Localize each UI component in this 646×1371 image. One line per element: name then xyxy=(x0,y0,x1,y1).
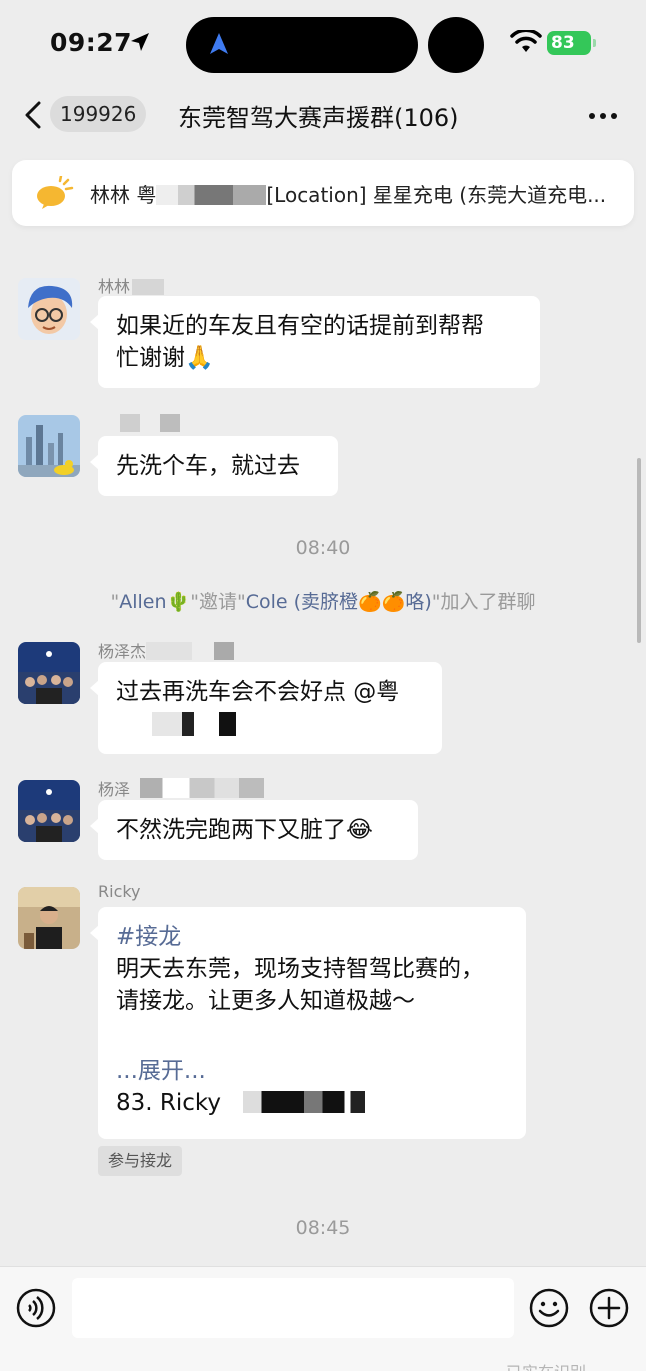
message-text: 先洗个车，就过去 xyxy=(116,453,300,479)
jielong-entry-text: 83. Ricky xyxy=(116,1090,222,1116)
back-chevron-icon[interactable] xyxy=(22,100,44,130)
unread-count-badge[interactable]: 199926 xyxy=(50,96,147,132)
battery-level: 83 xyxy=(551,33,575,53)
message-row: 林林 如果近的车友且有空的话提前到帮帮 忙谢谢🙏 xyxy=(0,270,646,390)
avatar[interactable] xyxy=(18,415,80,477)
jielong-entry: 83. Ricky xyxy=(116,1087,508,1119)
avatar[interactable] xyxy=(18,887,80,949)
navigation-arrow-icon xyxy=(210,33,228,54)
redaction-mask xyxy=(146,642,193,660)
pinned-text: 林林 粤 [Location] 星星充电 (东莞大道充电... xyxy=(90,179,620,208)
sender-name-text: 杨泽 xyxy=(98,780,131,799)
emoji-icon[interactable] xyxy=(529,1288,569,1328)
system-notice: "Allen🌵"邀请"Cole (卖脐橙🍊🍊咯)"加入了群聊 xyxy=(0,587,646,614)
join-jielong-button[interactable]: 参与接龙 xyxy=(98,1146,183,1176)
bottom-hint: 已实在识别 xyxy=(506,1359,586,1371)
message-text: 请接龙。让更多人知道极越～ xyxy=(116,988,415,1014)
battery-icon: 83 xyxy=(547,31,596,55)
redaction-mask xyxy=(156,185,267,205)
redaction-mask xyxy=(214,642,235,660)
system-notice-text: " xyxy=(110,591,120,613)
dynamic-island xyxy=(186,17,418,73)
message-bubble[interactable]: 不然洗完跑两下又脏了😂 xyxy=(90,800,418,860)
sender-name: 杨泽 xyxy=(98,776,265,800)
message-text: 明天去东莞，现场支持智驾比赛的， xyxy=(116,956,484,982)
redaction-mask xyxy=(120,414,140,432)
message-row: 杨泽杰 过去再洗车会不会好点 @粤 xyxy=(0,633,646,758)
hashtag-link[interactable]: #接龙 xyxy=(116,921,508,953)
memoji-avatar-icon xyxy=(18,278,80,340)
message-bubble[interactable]: 先洗个车，就过去 xyxy=(90,436,338,496)
redaction-mask xyxy=(243,1091,366,1113)
pinned-content: [Location] 星星充电 (东莞大道充电... xyxy=(266,183,607,207)
pinned-message-banner[interactable]: 林林 粤 [Location] 星星充电 (东莞大道充电... xyxy=(12,160,634,226)
timestamp: 08:40 xyxy=(295,537,351,559)
status-bar: 09:27 83 xyxy=(0,0,646,90)
avatar[interactable] xyxy=(18,278,80,340)
redaction-mask xyxy=(140,778,265,798)
sender-name: 杨泽杰 xyxy=(98,638,235,662)
system-notice-text: "加入了群聊 xyxy=(431,591,536,613)
chat-title[interactable]: 东莞智驾大赛声援群(106) xyxy=(178,98,459,133)
sender-name-text: 林林 xyxy=(98,277,131,296)
plus-icon[interactable] xyxy=(589,1288,629,1328)
more-options-icon[interactable] xyxy=(588,112,618,120)
chat-header: 199926 东莞智驾大赛声援群(106) xyxy=(0,90,646,150)
person-photo-avatar-icon xyxy=(18,887,80,949)
group-photo-avatar-icon xyxy=(18,780,80,842)
location-arrow-icon xyxy=(131,33,149,51)
status-time: 09:27 xyxy=(50,28,133,57)
message-bubble[interactable]: #接龙 明天去东莞，现场支持智驾比赛的， 请接龙。让更多人知道极越～ ...展开… xyxy=(90,907,526,1139)
timestamp: 08:45 xyxy=(295,1217,351,1239)
camera-cutout xyxy=(428,17,484,73)
city-skyline-avatar-icon xyxy=(18,415,80,477)
message-text: 忙谢谢🙏 xyxy=(116,345,214,371)
wifi-icon xyxy=(510,30,542,52)
scrollbar[interactable] xyxy=(637,458,641,643)
avatar[interactable] xyxy=(18,642,80,704)
announcement-icon xyxy=(37,176,74,209)
message-text: 如果近的车友且有空的话提前到帮帮 xyxy=(116,313,484,339)
avatar[interactable] xyxy=(18,780,80,842)
system-notice-text: "邀请" xyxy=(190,591,246,613)
input-bar xyxy=(0,1266,646,1371)
voice-input-icon[interactable] xyxy=(16,1288,56,1328)
sender-name xyxy=(98,414,180,433)
redaction-mask xyxy=(132,279,165,295)
sender-name: 林林 xyxy=(98,273,165,297)
message-text: 不然洗完跑两下又脏了😂 xyxy=(116,817,373,843)
message-row: 杨泽 不然洗完跑两下又脏了😂 xyxy=(0,772,646,864)
sender-name-text: 杨泽杰 xyxy=(98,642,147,661)
message-row: Ricky #接龙 明天去东莞，现场支持智驾比赛的， 请接龙。让更多人知道极越～… xyxy=(0,880,646,1180)
expand-link[interactable]: ...展开... xyxy=(116,1055,508,1087)
sender-name: Ricky xyxy=(98,882,141,901)
message-input[interactable] xyxy=(72,1278,514,1338)
message-bubble[interactable]: 过去再洗车会不会好点 @粤 xyxy=(90,662,442,754)
invitee-link[interactable]: Cole (卖脐橙🍊🍊咯) xyxy=(246,591,432,613)
redaction-mask xyxy=(160,414,180,432)
redaction-mask xyxy=(116,712,236,736)
message-bubble[interactable]: 如果近的车友且有空的话提前到帮帮 忙谢谢🙏 xyxy=(90,296,540,388)
message-text: 过去再洗车会不会好点 @粤 xyxy=(116,679,400,705)
inviter-link[interactable]: Allen🌵 xyxy=(119,591,190,613)
message-row: 先洗个车，就过去 xyxy=(0,408,646,500)
group-photo-avatar-icon xyxy=(18,642,80,704)
pinned-sender: 林林 粤 xyxy=(90,183,157,207)
